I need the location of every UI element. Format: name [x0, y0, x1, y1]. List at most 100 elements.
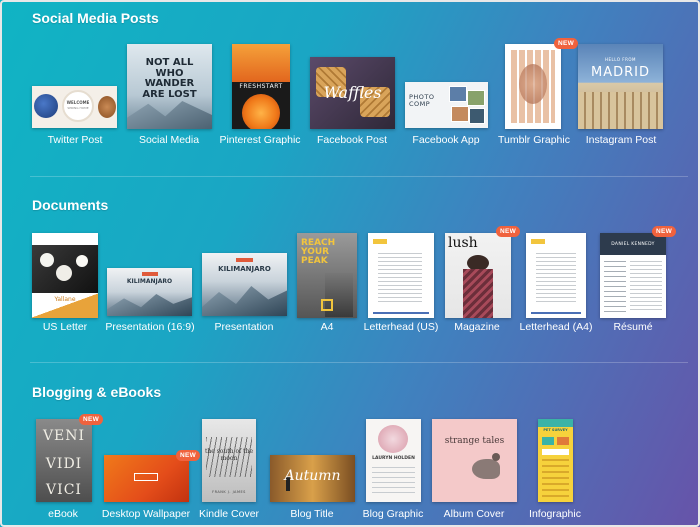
bird-head	[492, 453, 500, 461]
letterhead-us-caption[interactable]: Letterhead (US)	[364, 321, 439, 333]
us-letter-thumbnail[interactable]: Yallane	[32, 233, 98, 318]
mountain-image	[202, 286, 287, 316]
photo-4	[469, 108, 485, 124]
instagram-post-subtitle: HELLO FROM	[605, 57, 636, 62]
mountain-image	[127, 101, 212, 129]
presentation-text: KILIMANJARO	[218, 265, 271, 273]
a4-text: REACH YOUR PEAK	[301, 238, 336, 266]
face-shade	[519, 64, 547, 104]
letterhead-us-thumbnail[interactable]	[368, 233, 434, 318]
social-media-caption[interactable]: Social Media	[139, 134, 199, 146]
tumblr-graphic-thumbnail[interactable]	[505, 44, 561, 129]
model-dress	[463, 269, 493, 318]
text-lines	[372, 467, 415, 497]
magazine-new-badge: NEW	[496, 226, 521, 237]
logo-mark	[531, 239, 545, 244]
ebook-thumbnail[interactable]: VENI VIDI VICI	[36, 419, 92, 502]
twitter-post-text: WELCOME	[66, 100, 90, 105]
presentation-16-9-text: KILIMANJARO	[126, 278, 173, 285]
tumblr-new-badge: NEW	[554, 38, 579, 49]
orange-slice-image	[242, 94, 280, 129]
infographic-lines	[542, 459, 569, 497]
kindle-cover-title: the south of the moon	[204, 448, 254, 462]
blog-title-caption[interactable]: Blog Title	[290, 508, 333, 520]
infographic-bar	[542, 449, 569, 455]
ebook-caption[interactable]: eBook	[48, 508, 78, 520]
facebook-app-text: PHOTO COMP	[409, 93, 435, 109]
twitter-post-thumbnail[interactable]: WELCOME SPRING HOME	[32, 86, 117, 128]
ebook-new-badge: NEW	[79, 414, 104, 425]
social-media-thumbnail[interactable]: NOT ALL WHO WANDER ARE LOST	[127, 44, 212, 129]
bird-image	[472, 459, 500, 479]
magazine-title: lush	[448, 235, 478, 251]
infographic-stat-1	[542, 437, 554, 445]
ebook-text-3: VICI	[46, 482, 82, 498]
twitter-post-caption[interactable]: Twitter Post	[48, 134, 103, 146]
resume-caption[interactable]: Résumé	[613, 321, 652, 333]
album-cover-thumbnail[interactable]: strange tales	[432, 419, 517, 502]
kindle-cover-thumbnail[interactable]: the south of the moon FRANK J. JAMES	[202, 419, 256, 502]
text-lines	[536, 253, 576, 303]
album-cover-caption[interactable]: Album Cover	[444, 508, 505, 520]
blog-title-thumbnail[interactable]: Autumn	[270, 455, 355, 502]
infographic-thumbnail[interactable]: PET SURVEY	[538, 419, 573, 502]
presentation-caption[interactable]: Presentation	[215, 321, 274, 333]
orange-top-image	[232, 44, 290, 82]
instagram-post-caption[interactable]: Instagram Post	[586, 134, 657, 146]
letterhead-a4-caption[interactable]: Letterhead (A4)	[520, 321, 593, 333]
us-letter-caption[interactable]: US Letter	[43, 321, 87, 333]
red-tag	[142, 272, 158, 276]
kindle-cover-caption[interactable]: Kindle Cover	[199, 508, 259, 520]
magazine-caption[interactable]: Magazine	[454, 321, 500, 333]
section-divider	[30, 362, 688, 363]
infographic-text: PET SURVEY	[543, 428, 568, 432]
footer-line	[373, 312, 429, 314]
section-divider	[30, 176, 688, 177]
section-title-blogging: Blogging & eBooks	[32, 384, 162, 400]
instagram-post-thumbnail[interactable]: HELLO FROM MADRID	[578, 44, 663, 129]
facebook-app-thumbnail[interactable]: PHOTO COMP	[405, 82, 488, 128]
logo-mark	[373, 239, 387, 244]
magazine-thumbnail[interactable]: lush	[445, 233, 511, 318]
pinterest-graphic-thumbnail[interactable]: FRESHSTART	[232, 44, 290, 129]
facebook-app-caption[interactable]: Facebook App	[412, 134, 479, 146]
us-letter-text: Yallane	[54, 296, 76, 303]
presentation-thumbnail[interactable]: KILIMANJARO	[202, 253, 287, 316]
mountain-image	[107, 294, 192, 316]
pinterest-graphic-caption[interactable]: Pinterest Graphic	[219, 134, 300, 146]
blog-graphic-thumbnail[interactable]: LAURYN HOLDEN	[366, 419, 421, 502]
facebook-post-thumbnail[interactable]: Waffles	[310, 57, 395, 129]
presentation-16-9-caption[interactable]: Presentation (16:9)	[105, 321, 194, 333]
resume-left-column	[604, 261, 626, 313]
album-cover-text: strange tales	[444, 436, 505, 446]
resume-right-column	[630, 261, 662, 313]
a4-thumbnail[interactable]: REACH YOUR PEAK	[297, 233, 357, 318]
resume-thumbnail[interactable]: DANIEL KENNEDY	[600, 233, 666, 318]
resume-new-badge: NEW	[652, 226, 677, 237]
infographic-caption[interactable]: Infographic	[529, 508, 581, 520]
section-title-documents: Documents	[32, 197, 109, 213]
blog-graphic-caption[interactable]: Blog Graphic	[363, 508, 424, 520]
flower-2	[56, 265, 72, 281]
letterhead-a4-thumbnail[interactable]	[526, 233, 586, 318]
infographic-header	[538, 419, 573, 427]
social-media-quote-text: NOT ALL WHO WANDER ARE LOST	[142, 57, 197, 100]
resume-name: DANIEL KENNEDY	[611, 242, 655, 247]
photo-3	[451, 106, 469, 122]
tumblr-graphic-caption[interactable]: Tumblr Graphic	[498, 134, 570, 146]
desktop-wallpaper-thumbnail[interactable]	[104, 455, 189, 502]
photo-2	[467, 90, 485, 106]
infographic-stat-2	[557, 437, 569, 445]
a4-caption[interactable]: A4	[321, 321, 334, 333]
text-lines	[378, 253, 422, 303]
section-title-social: Social Media Posts	[32, 10, 159, 26]
desktop-wallpaper-caption[interactable]: Desktop Wallpaper	[102, 508, 190, 520]
facebook-post-caption[interactable]: Facebook Post	[317, 134, 387, 146]
pinterest-graphic-text: FRESHSTART	[239, 83, 283, 90]
bread-image	[98, 96, 116, 118]
instagram-post-text: MADRID	[591, 65, 650, 80]
ebook-text-1: VENI	[42, 428, 86, 444]
presentation-16-9-thumbnail[interactable]: KILIMANJARO	[107, 268, 192, 316]
palace-image	[578, 92, 663, 129]
kindle-cover-author: FRANK J. JAMES	[212, 490, 246, 494]
